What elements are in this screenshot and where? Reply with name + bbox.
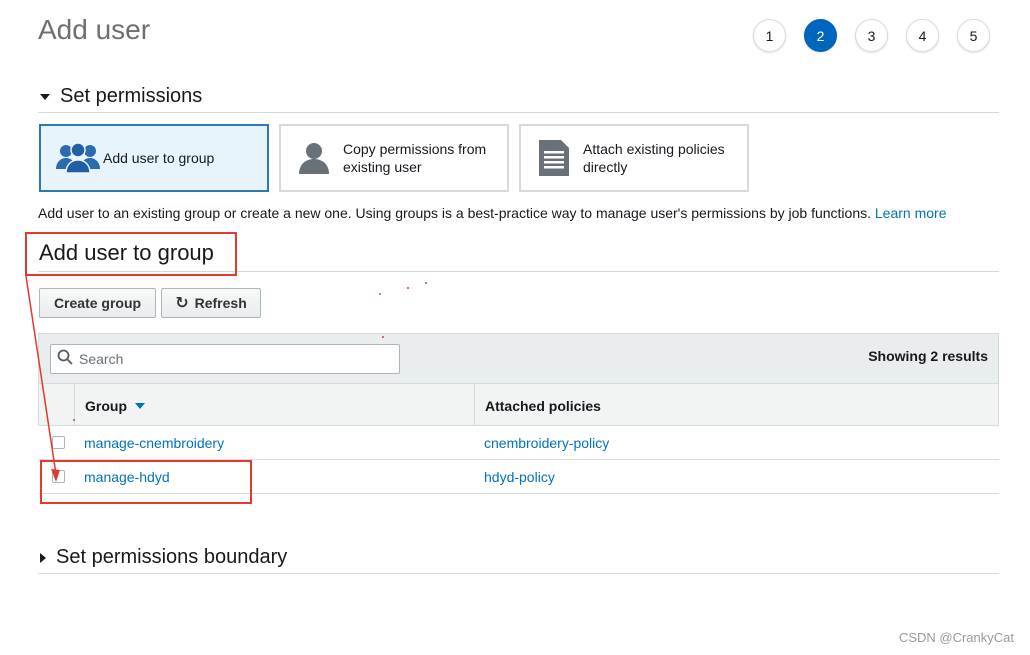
annotation-arrow [25,275,427,482]
watermark: CSDN @CrankyCat [898,630,1014,645]
